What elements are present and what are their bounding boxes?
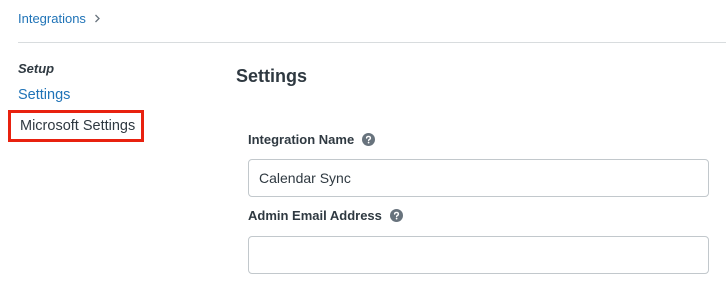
admin-email-label-text: Admin Email Address	[248, 208, 382, 223]
integration-settings-page: Integrations Setup Settings Microsoft Se…	[0, 0, 726, 288]
sidebar-heading: Setup	[18, 61, 55, 76]
breadcrumb-integrations-link[interactable]: Integrations	[18, 11, 86, 26]
breadcrumb: Integrations	[18, 9, 101, 27]
sidebar-item-microsoft-settings[interactable]: Microsoft Settings	[8, 110, 145, 142]
question-circle-icon[interactable]	[389, 209, 403, 222]
page-title: Settings	[236, 66, 308, 86]
admin-email-input[interactable]	[248, 236, 709, 274]
admin-email-label: Admin Email Address	[248, 208, 403, 223]
integration-name-label: Integration Name	[248, 132, 376, 147]
question-circle-icon[interactable]	[362, 133, 376, 146]
chevron-right-icon	[94, 14, 101, 23]
integration-name-label-text: Integration Name	[248, 132, 355, 147]
header-divider	[18, 42, 726, 43]
sidebar-item-settings[interactable]: Settings	[18, 87, 70, 103]
integration-name-input[interactable]	[248, 159, 709, 197]
